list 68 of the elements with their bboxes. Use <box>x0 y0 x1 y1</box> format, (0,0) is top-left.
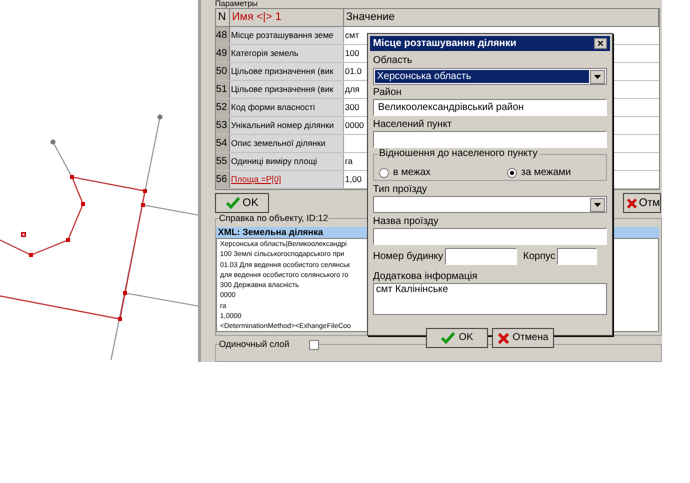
parameter-name: Категорія земель <box>231 48 298 59</box>
row-number: 56 <box>216 171 230 188</box>
parameter-value: 100 <box>345 48 360 59</box>
parameter-value: га <box>345 156 353 167</box>
field-label: Назва проїзду <box>373 216 440 228</box>
parameter-value: смт <box>345 30 359 41</box>
parameter-name: Код форми власності <box>231 102 315 113</box>
cancel-button[interactable]: Отмена <box>492 328 554 348</box>
field-label: Корпус <box>523 250 556 262</box>
parameter-name: Опис земельної ділянки <box>231 138 326 149</box>
block-field[interactable] <box>557 248 598 265</box>
group-title: Відношення до населеного пункту <box>378 148 538 160</box>
caret-icon <box>594 74 601 78</box>
radio-button[interactable] <box>379 168 389 178</box>
field-label: Номер будинку <box>373 250 444 262</box>
district-field[interactable]: Великоолександрівський район <box>373 99 607 116</box>
check-icon <box>226 197 240 209</box>
extra-info-field[interactable]: смт Калінінське <box>373 283 607 315</box>
dropdown-button[interactable] <box>590 70 605 84</box>
dialog-title: Місце розташування ділянки <box>373 37 516 51</box>
field-label: Додаткова інформація <box>373 271 478 283</box>
group-title: Одиночный слой <box>219 339 290 350</box>
ok-button[interactable]: OK <box>426 328 488 348</box>
cross-icon <box>498 332 509 344</box>
region-select[interactable]: Херсонська область <box>373 68 607 85</box>
caret-icon <box>594 202 601 206</box>
radio-option[interactable]: в межах <box>379 167 431 179</box>
field-label: Область <box>373 55 414 67</box>
column-header[interactable]: Значение <box>344 9 659 26</box>
row-number: 53 <box>216 117 230 134</box>
passage-name-field[interactable] <box>373 228 607 245</box>
cross-icon <box>627 198 637 208</box>
row-number: 52 <box>216 99 230 116</box>
group-title: Справка по объекту, ID:12 <box>219 213 328 224</box>
radio-button[interactable] <box>507 168 518 178</box>
row-number: 55 <box>216 153 230 170</box>
parameter-value: 300 <box>345 102 360 113</box>
parameter-name: Цільове призначення (вик <box>231 84 334 95</box>
row-number: 48 <box>216 27 230 44</box>
column-header[interactable]: N <box>216 9 230 26</box>
column-header[interactable]: Имя <|> 1 <box>230 9 344 26</box>
parameter-value: 0000 <box>345 120 364 131</box>
house-number-field[interactable] <box>445 248 518 265</box>
row-number: 50 <box>216 63 230 80</box>
parameter-name: Місце розташування земе <box>231 30 334 41</box>
ok-button[interactable]: OK <box>215 193 269 213</box>
selected-option: Херсонська область <box>375 70 589 83</box>
parameter-name: Унікальний номер ділянки <box>231 120 334 131</box>
row-number: 49 <box>216 45 230 62</box>
row-number: 54 <box>216 135 230 152</box>
radio-option[interactable]: за межами <box>507 167 571 179</box>
parameter-value: 1,00 <box>345 174 362 185</box>
field-label: Населений пункт <box>373 119 453 131</box>
parameter-name: Цільове призначення (вик <box>231 66 334 77</box>
passage-type-select[interactable] <box>373 196 607 213</box>
settlement-field[interactable] <box>373 131 607 148</box>
row-number: 51 <box>216 81 230 98</box>
parameter-value: для <box>345 84 360 95</box>
close-button[interactable]: × <box>594 38 607 49</box>
field-label: Тип проїзду <box>373 184 428 196</box>
parameter-name: Одиниці виміру площі <box>231 156 318 167</box>
panel-tab[interactable]: Параметры <box>215 0 258 8</box>
field-label: Район <box>373 87 403 99</box>
dropdown-button[interactable] <box>590 198 605 212</box>
layer-checkbox[interactable] <box>309 340 320 350</box>
cancel-button[interactable]: Отм <box>623 193 661 213</box>
check-icon <box>440 332 455 344</box>
parameter-value: 01.0 <box>345 66 362 77</box>
